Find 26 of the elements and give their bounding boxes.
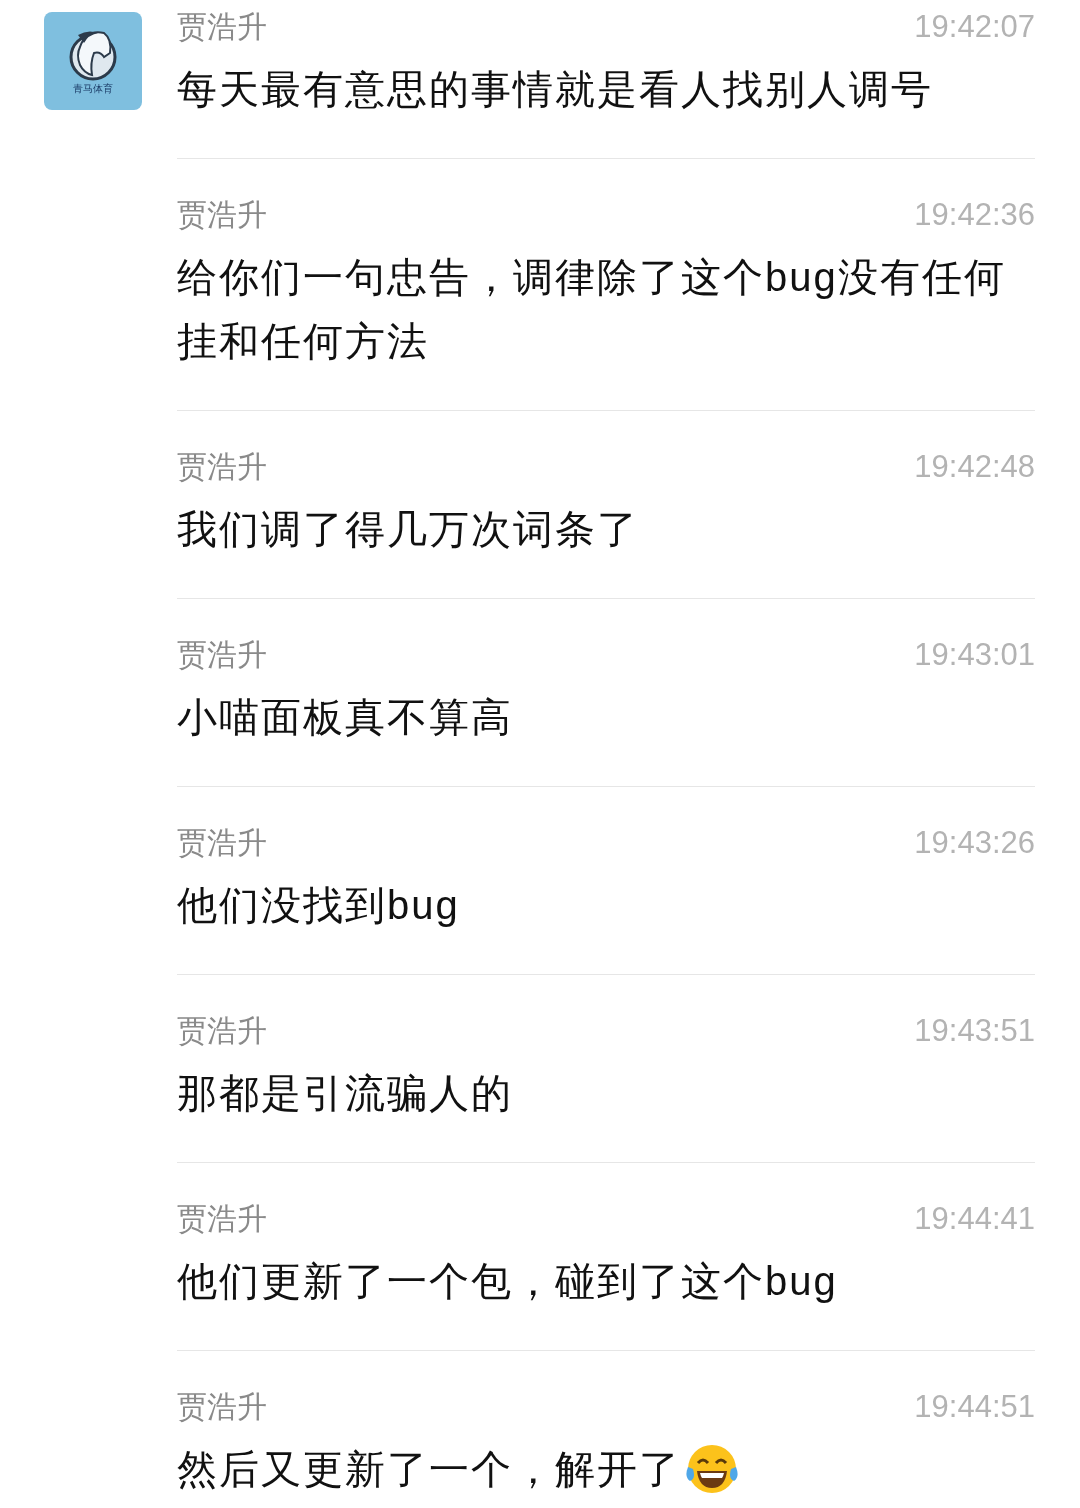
message-time: 19:43:01 xyxy=(914,637,1035,673)
message-time: 19:43:26 xyxy=(914,825,1035,861)
sender-name: 贾浩升 xyxy=(177,1201,267,1237)
message-text: 我们调了得几万次词条了 xyxy=(177,506,639,553)
message-time: 19:42:36 xyxy=(914,197,1035,233)
message-text: 那都是引流骗人的 xyxy=(177,1070,513,1117)
message-time: 19:44:51 xyxy=(914,1389,1035,1425)
avatar-logo[interactable]: 青马体育 xyxy=(44,12,142,110)
message-time: 19:42:07 xyxy=(914,9,1035,45)
message-time: 19:43:51 xyxy=(914,1013,1035,1049)
sender-name: 贾浩升 xyxy=(177,825,267,861)
message-text: 给你们一句忠告，调律除了这个bug没有任何挂和任何方法 xyxy=(177,254,1007,365)
sender-name: 贾浩升 xyxy=(177,1389,267,1425)
message-text: 小喵面板真不算高 xyxy=(177,694,513,741)
message-text: 每天最有意思的事情就是看人找别人调号 xyxy=(177,66,933,113)
message-time: 19:44:41 xyxy=(914,1201,1035,1237)
sender-name: 贾浩升 xyxy=(177,197,267,233)
message-text: 然后又更新了一个，解开了 xyxy=(177,1446,681,1493)
message-text: 他们更新了一个包，碰到了这个bug xyxy=(177,1258,838,1305)
sender-name: 贾浩升 xyxy=(177,449,267,485)
logo-text: 青马体育 xyxy=(73,83,113,95)
message-time: 19:42:48 xyxy=(914,449,1035,485)
sender-name: 贾浩升 xyxy=(177,1013,267,1049)
message-text: 他们没找到bug xyxy=(177,882,460,929)
sender-name: 贾浩升 xyxy=(177,9,267,45)
sender-name: 贾浩升 xyxy=(177,637,267,673)
